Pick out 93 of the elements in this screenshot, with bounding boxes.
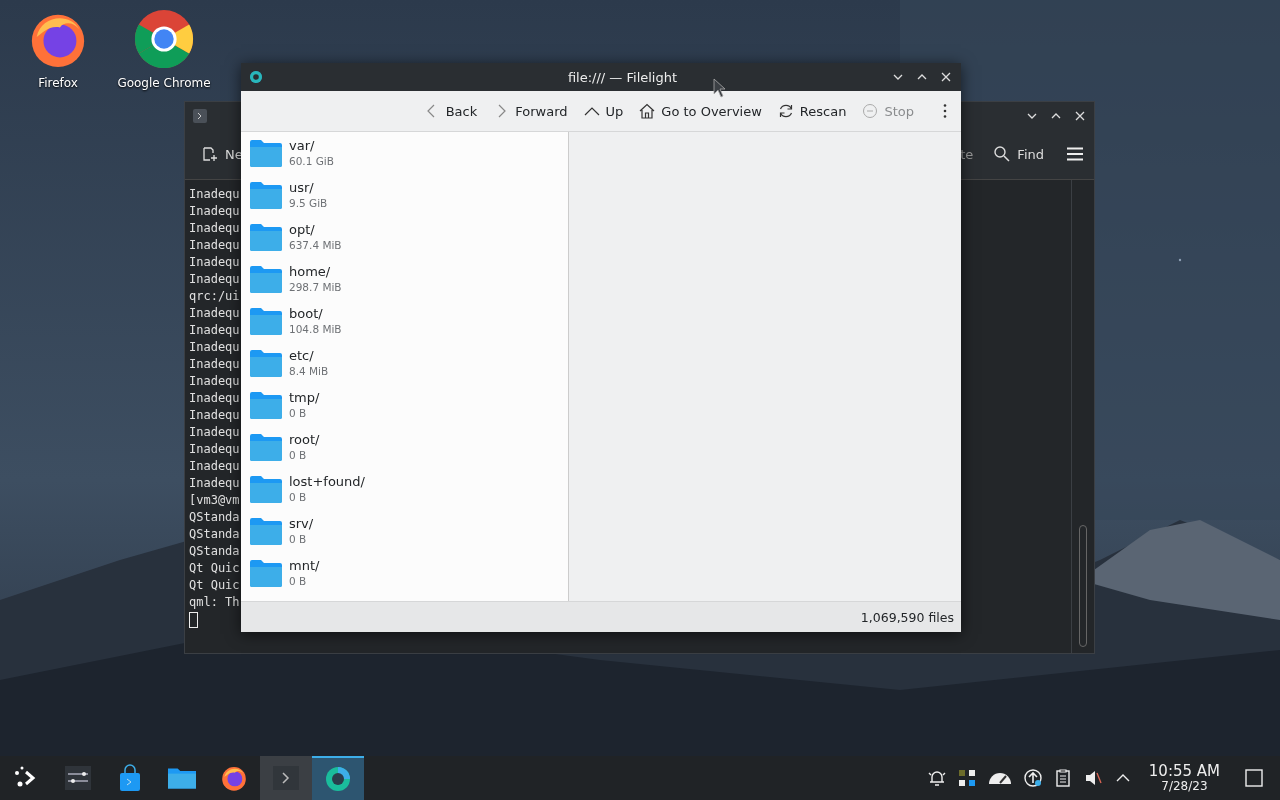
grid-icon[interactable]	[956, 768, 977, 788]
terminal-line: QStanda	[189, 509, 240, 526]
menu-icon[interactable]	[1066, 147, 1084, 161]
home-icon	[639, 103, 656, 119]
window-title: file:/// — Filelight	[566, 69, 679, 85]
folder-size: 104.8 MiB	[289, 322, 342, 336]
stop-icon	[862, 103, 879, 119]
up-button[interactable]: Up	[576, 99, 631, 123]
folder-size: 0 B	[289, 406, 308, 420]
folder-icon[interactable]	[250, 391, 282, 419]
terminal-line: Inadequ	[189, 424, 240, 441]
folder-icon[interactable]	[250, 307, 282, 335]
terminal-line: Qt Quic	[189, 560, 240, 577]
text-cursor	[189, 612, 198, 628]
folder-icon[interactable]	[250, 139, 282, 167]
folder-icon[interactable]	[250, 223, 282, 251]
folder-name[interactable]: mnt/	[289, 558, 320, 574]
folder-name[interactable]: usr/	[289, 180, 328, 196]
back-button[interactable]: Back	[416, 99, 485, 123]
terminal-line: Inadequ	[189, 441, 240, 458]
terminal-line: Inadequ	[189, 373, 240, 390]
mouse-pointer-icon	[713, 78, 727, 98]
terminal-line: Inadequ	[189, 220, 240, 237]
new-tab-icon	[201, 145, 219, 163]
desktop-icon-label[interactable]: Google Chrome	[117, 76, 211, 90]
status-text: 1,069,590 files	[860, 609, 954, 625]
terminal-line: Qt Quic	[189, 577, 240, 594]
show-desktop-icon[interactable]	[1244, 768, 1264, 788]
folder-icon[interactable]	[250, 559, 282, 587]
terminal-line: Inadequ	[189, 254, 240, 271]
rescan-button[interactable]: Rescan	[770, 99, 854, 123]
home-button[interactable]: Go to Overview	[632, 99, 769, 123]
bell-icon[interactable]	[926, 768, 947, 788]
folder-size: 0 B	[289, 574, 308, 588]
filelight-icon	[324, 765, 352, 793]
folder-name[interactable]: opt/	[289, 222, 342, 238]
folder-name[interactable]: etc/	[289, 348, 329, 364]
terminal-line: Inadequ	[189, 305, 240, 322]
terminal-line: Inadequ	[189, 203, 240, 220]
folder-size: 298.7 MiB	[289, 280, 342, 294]
chrome-icon[interactable]	[133, 8, 195, 70]
folder-icon[interactable]	[250, 433, 282, 461]
terminal-line: Inadequ	[189, 458, 240, 475]
folder-name[interactable]: lost+found/	[289, 474, 365, 490]
search-icon	[993, 145, 1012, 163]
folder-size: 0 B	[289, 448, 308, 462]
folder-name[interactable]: var/	[289, 138, 334, 154]
update-icon[interactable]	[1022, 768, 1043, 788]
refresh-icon	[777, 103, 794, 119]
folder-size: 0 B	[289, 532, 308, 546]
terminal-line: qml: Th	[189, 594, 240, 611]
more-options-icon[interactable]	[943, 103, 947, 119]
folder-name[interactable]: boot/	[289, 306, 342, 322]
folder-name[interactable]: srv/	[289, 516, 314, 532]
toolbar-label[interactable]: te	[960, 146, 974, 162]
folder-size: 0 B	[289, 490, 308, 504]
folder-name[interactable]: tmp/	[289, 390, 320, 406]
terminal-line: QStanda	[189, 526, 240, 543]
terminal-line: Inadequ	[189, 271, 240, 288]
terminal-line: Inadequ	[189, 186, 240, 203]
folder-icon[interactable]	[250, 265, 282, 293]
folder-size: 9.5 GiB	[289, 196, 328, 210]
terminal-icon[interactable]	[193, 108, 207, 123]
folder-icon[interactable]	[250, 517, 282, 545]
folder-name[interactable]: root/	[289, 432, 320, 448]
filelight-task[interactable]	[312, 756, 364, 800]
sliders-icon	[64, 764, 92, 792]
forward-button[interactable]: Forward	[486, 99, 575, 123]
terminal-line: QStanda	[189, 543, 240, 560]
folder-size: 637.4 MiB	[289, 238, 342, 252]
close-icon[interactable]	[1074, 109, 1086, 122]
terminal-line: Inadequ	[189, 237, 240, 254]
terminal-line: Inadequ	[189, 390, 240, 407]
desktop-icon-label[interactable]: Firefox	[38, 76, 78, 90]
folder-icon[interactable]	[250, 475, 282, 503]
firefox-icon	[220, 764, 248, 792]
terminal-line: Inadequ	[189, 475, 240, 492]
folder-size: 60.1 GiB	[289, 154, 334, 168]
folder-icon[interactable]	[250, 181, 282, 209]
clock[interactable]: 10:55 AM 7/28/23	[1148, 763, 1220, 793]
terminal-line: Inadequ	[189, 339, 240, 356]
filelight-icon[interactable]	[249, 70, 263, 84]
terminal-line: Inadequ	[189, 356, 240, 373]
terminal-line: [vm3@vm	[189, 492, 240, 509]
folder-name[interactable]: home/	[289, 264, 342, 280]
folder-icon[interactable]	[250, 349, 282, 377]
terminal-line: Inadequ	[189, 407, 240, 424]
folder-size: 8.4 MiB	[289, 364, 329, 378]
terminal-icon	[272, 764, 300, 792]
terminal-line: qrc:/ui	[189, 288, 240, 305]
terminal-line: Inadequ	[189, 322, 240, 339]
close-icon[interactable]	[940, 71, 952, 83]
find-button[interactable]: Find	[993, 145, 1044, 163]
